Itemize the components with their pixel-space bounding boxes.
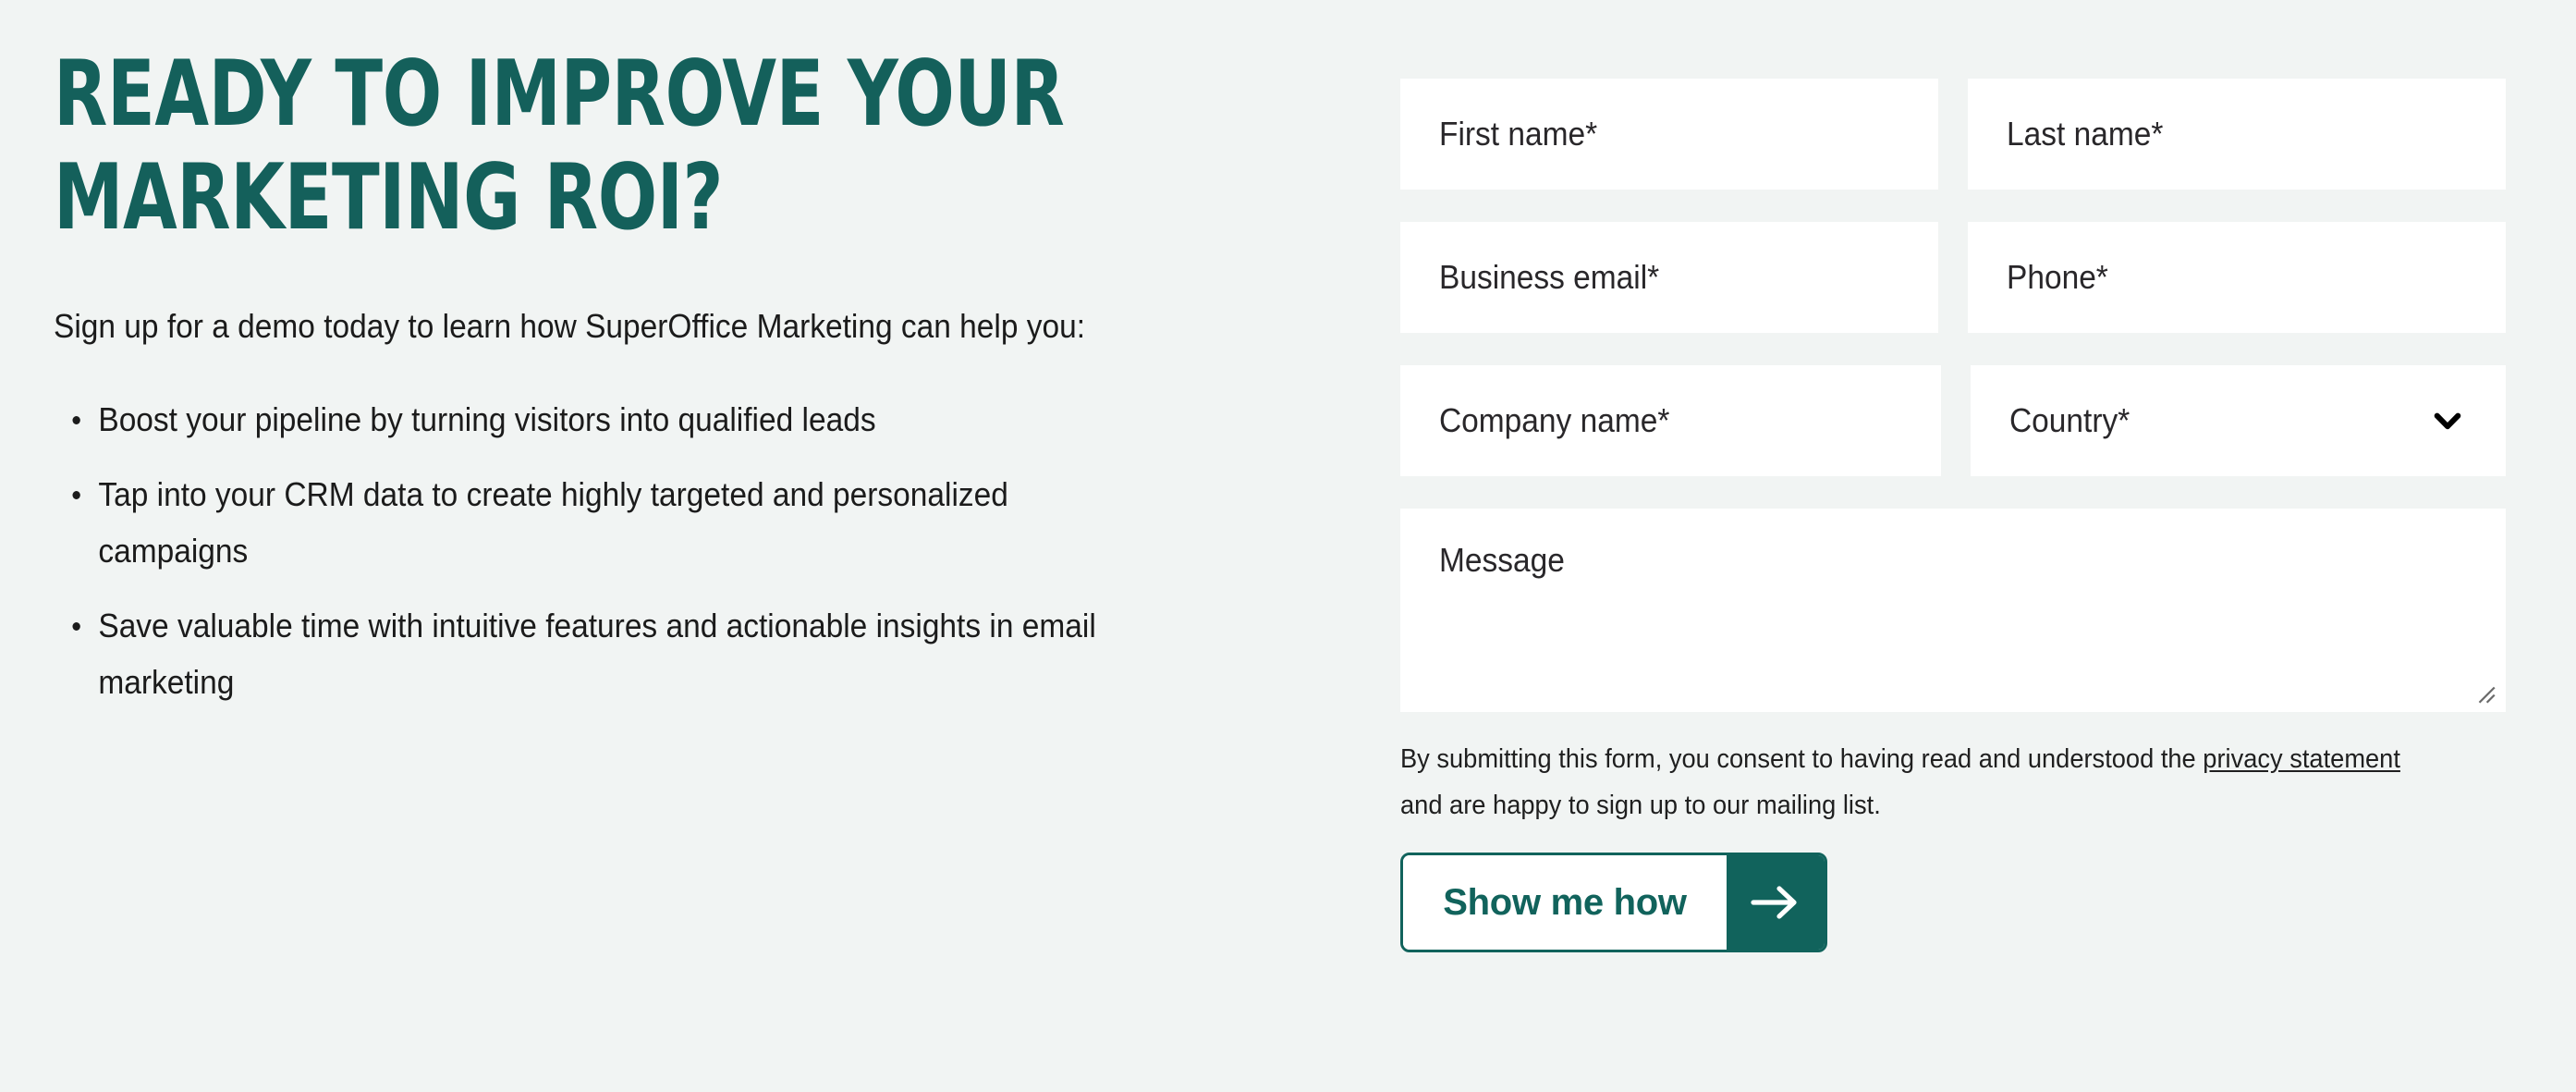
page-title: READY TO IMPROVE YOUR MARKETING ROI? xyxy=(54,42,1065,251)
arrow-right-icon xyxy=(1751,886,1797,919)
consent-lead: By submitting this form, you consent to … xyxy=(1400,744,2204,774)
consent-text: By submitting this form, you consent to … xyxy=(1400,736,2439,828)
chevron-down-icon xyxy=(2434,412,2461,430)
intro-paragraph: Sign up for a demo today to learn how Su… xyxy=(54,307,1086,345)
company-name-placeholder: Company name* xyxy=(1439,401,1670,439)
country-placeholder: Country* xyxy=(2009,401,2130,439)
business-email-input[interactable]: Business email* xyxy=(1400,222,1938,333)
phone-input[interactable]: Phone* xyxy=(1968,222,2506,333)
privacy-statement-link[interactable]: privacy statement xyxy=(2203,744,2400,774)
bullet-dot-icon xyxy=(72,622,80,631)
list-item: Save valuable time with intuitive featur… xyxy=(54,597,1119,710)
message-textarea[interactable]: Message xyxy=(1400,509,2506,712)
submit-button[interactable]: Show me how xyxy=(1400,853,1827,952)
submit-button-label: Show me how xyxy=(1403,855,1727,950)
last-name-input[interactable]: Last name* xyxy=(1968,79,2506,190)
benefits-list: Boost your pipeline by turning visitors … xyxy=(54,391,1119,710)
bullet-dot-icon xyxy=(72,491,80,499)
submit-button-arrow xyxy=(1727,855,1825,950)
list-item-label: Save valuable time with intuitive featur… xyxy=(98,607,1096,701)
country-select[interactable]: Country* xyxy=(1971,365,2506,476)
first-name-placeholder: First name* xyxy=(1439,115,1598,153)
list-item: Boost your pipeline by turning visitors … xyxy=(54,391,1119,448)
business-email-placeholder: Business email* xyxy=(1439,258,1660,296)
last-name-placeholder: Last name* xyxy=(2007,115,2164,153)
left-content-column: READY TO IMPROVE YOUR MARKETING ROI? Sig… xyxy=(54,43,1274,729)
resize-grip-icon[interactable] xyxy=(2473,681,2497,706)
demo-signup-form: First name* Last name* Business email* P… xyxy=(1400,79,2506,952)
phone-placeholder: Phone* xyxy=(2007,258,2108,296)
list-item: Tap into your CRM data to create highly … xyxy=(54,466,1119,579)
form-row-contact: Business email* Phone* xyxy=(1400,222,2506,333)
form-row-company: Company name* Country* xyxy=(1400,365,2506,476)
list-item-label: Tap into your CRM data to create highly … xyxy=(98,475,1008,570)
bullet-dot-icon xyxy=(72,416,80,424)
signup-demo-section: READY TO IMPROVE YOUR MARKETING ROI? Sig… xyxy=(0,0,2576,1092)
first-name-input[interactable]: First name* xyxy=(1400,79,1938,190)
message-placeholder: Message xyxy=(1439,541,1565,579)
consent-tail: and are happy to sign up to our mailing … xyxy=(1400,791,1881,820)
list-item-label: Boost your pipeline by turning visitors … xyxy=(98,400,876,438)
form-row-name: First name* Last name* xyxy=(1400,79,2506,190)
company-name-input[interactable]: Company name* xyxy=(1400,365,1941,476)
